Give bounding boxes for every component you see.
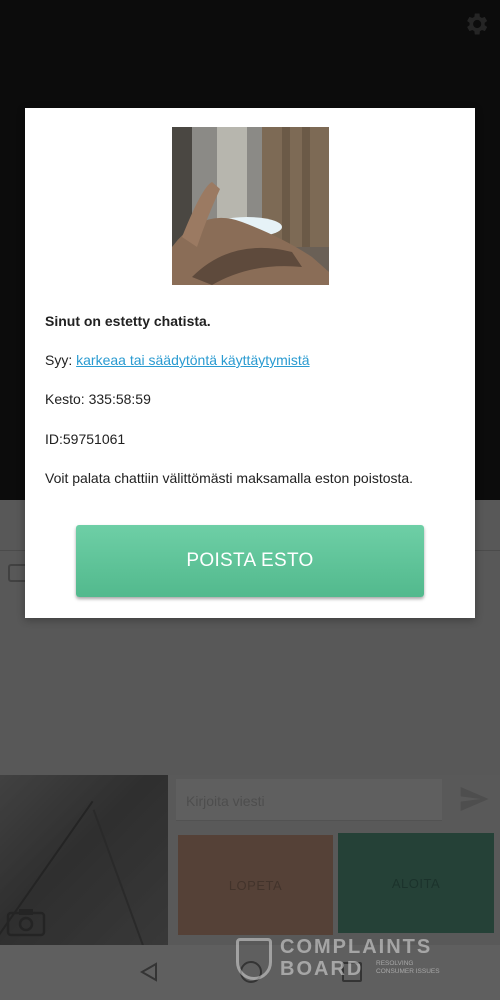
ban-reason: Syy: karkeaa tai säädytöntä käyttäytymis… [45, 352, 310, 368]
ban-snapshot-image [172, 127, 329, 285]
ban-duration: Kesto: 335:58:59 [45, 391, 151, 407]
ban-id: ID:59751061 [45, 431, 126, 447]
reason-label: Syy: [45, 352, 77, 368]
ban-info: Voit palata chattiin välittömästi maksam… [45, 470, 414, 486]
ban-dialog: Sinut on estetty chatista. Syy: karkeaa … [25, 108, 475, 618]
watermark-line1: COMPLAINTS [280, 936, 433, 958]
reason-link[interactable]: karkeaa tai säädytöntä käyttäytymistä [76, 352, 309, 368]
unblock-button[interactable]: POISTA ESTO [76, 525, 424, 597]
watermark-logo: COMPLAINTS BOARD RESOLVING CONSUMER ISSU… [236, 936, 466, 986]
shield-icon [236, 938, 272, 980]
watermark-line2: BOARD [280, 958, 364, 980]
ban-title: Sinut on estetty chatista. [45, 313, 211, 329]
watermark-tagline: RESOLVING CONSUMER ISSUES [376, 960, 440, 975]
